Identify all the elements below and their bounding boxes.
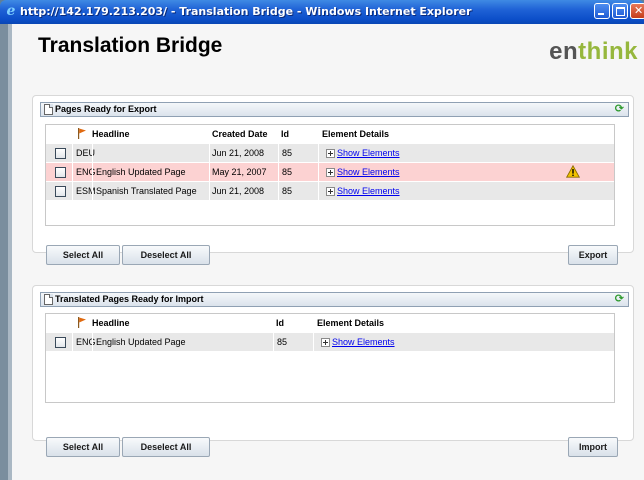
export-grid: Headline Created Date Id Element Details… xyxy=(45,124,615,226)
row-id: 85 xyxy=(277,337,288,347)
column-header-created-date[interactable]: Created Date xyxy=(212,125,268,143)
row-created-date: Jun 21, 2008 xyxy=(212,148,265,158)
refresh-icon[interactable]: ⟳ xyxy=(615,103,624,115)
row-checkbox[interactable] xyxy=(55,167,66,178)
show-elements-link[interactable]: Show Elements xyxy=(337,182,400,200)
table-row: ESM Spanish Translated Page Jun 21, 2008… xyxy=(46,181,614,200)
expand-icon[interactable] xyxy=(326,149,335,158)
document-icon xyxy=(44,104,53,115)
page-title: Translation Bridge xyxy=(38,34,223,57)
column-header-element-details[interactable]: Element Details xyxy=(322,125,389,143)
window-title: http://142.179.213.203/ - Translation Br… xyxy=(20,5,472,18)
row-checkbox[interactable] xyxy=(55,148,66,159)
import-grid: Headline Id Element Details ENG English … xyxy=(45,313,615,403)
row-headline: Spanish Translated Page xyxy=(96,186,197,196)
export-card: Pages Ready for Export ⟳ Headline Create… xyxy=(32,95,634,253)
row-headline: English Updated Page xyxy=(96,337,186,347)
table-row: DEU Jun 21, 2008 85 Show Elements xyxy=(46,143,614,162)
column-header-element-details[interactable]: Element Details xyxy=(317,314,384,332)
row-checkbox[interactable] xyxy=(55,337,66,348)
expand-icon[interactable] xyxy=(326,187,335,196)
refresh-icon[interactable]: ⟳ xyxy=(615,293,624,305)
column-header-id[interactable]: Id xyxy=(276,314,284,332)
column-header-id[interactable]: Id xyxy=(281,125,289,143)
row-headline: English Updated Page xyxy=(96,167,186,177)
import-select-all-button[interactable]: Select All xyxy=(46,437,120,457)
row-id: 85 xyxy=(282,167,293,177)
flag-icon xyxy=(78,317,86,328)
import-panel-header: Translated Pages Ready for Import ⟳ xyxy=(40,292,629,307)
import-button[interactable]: Import xyxy=(568,437,618,457)
row-created-date: Jun 21, 2008 xyxy=(212,186,265,196)
show-elements-link[interactable]: Show Elements xyxy=(332,333,395,351)
brand-logo: enthink xyxy=(549,38,638,66)
close-button[interactable] xyxy=(630,3,644,19)
internet-explorer-icon: e xyxy=(6,3,16,19)
maximize-button[interactable] xyxy=(612,3,628,19)
import-deselect-all-button[interactable]: Deselect All xyxy=(122,437,210,457)
row-id: 85 xyxy=(282,148,293,158)
minimize-button[interactable] xyxy=(594,3,610,19)
window-titlebar[interactable]: e http://142.179.213.203/ - Translation … xyxy=(0,0,644,24)
export-select-all-button[interactable]: Select All xyxy=(46,245,120,265)
column-header-headline[interactable]: Headline xyxy=(92,125,130,143)
export-button[interactable]: Export xyxy=(568,245,618,265)
brand-prefix: en xyxy=(549,38,579,65)
show-elements-link[interactable]: Show Elements xyxy=(337,144,400,162)
table-row: ENG English Updated Page May 21, 2007 85… xyxy=(46,162,614,181)
export-panel-header: Pages Ready for Export ⟳ xyxy=(40,102,629,117)
row-created-date: May 21, 2007 xyxy=(212,167,267,177)
document-icon xyxy=(44,294,53,305)
expand-icon[interactable] xyxy=(321,338,330,347)
page-content: Translation Bridge enthink Pages Ready f… xyxy=(12,24,644,480)
row-id: 85 xyxy=(282,186,293,196)
table-row: ENG English Updated Page 85 Show Element… xyxy=(46,332,614,351)
export-panel-title: Pages Ready for Export xyxy=(55,104,157,114)
column-header-headline[interactable]: Headline xyxy=(92,314,130,332)
expand-icon[interactable] xyxy=(326,168,335,177)
window-left-border xyxy=(0,24,12,480)
row-checkbox[interactable] xyxy=(55,186,66,197)
show-elements-link[interactable]: Show Elements xyxy=(337,163,400,181)
export-deselect-all-button[interactable]: Deselect All xyxy=(122,245,210,265)
brand-accent: think xyxy=(578,38,638,65)
import-card: Translated Pages Ready for Import ⟳ Head… xyxy=(32,285,634,441)
import-panel-title: Translated Pages Ready for Import xyxy=(55,294,204,304)
flag-icon xyxy=(78,128,86,139)
warning-icon xyxy=(566,165,580,178)
